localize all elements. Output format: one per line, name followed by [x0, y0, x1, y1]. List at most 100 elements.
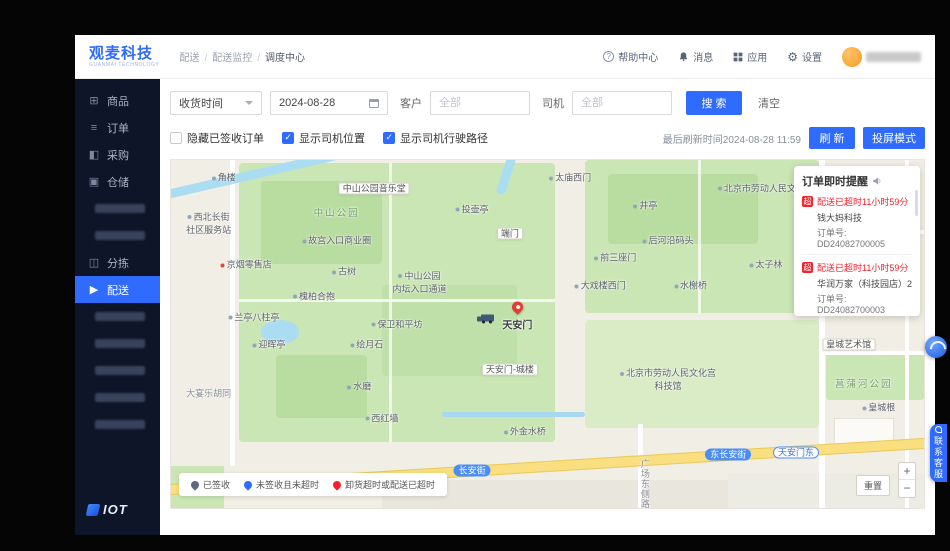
order-reminder-panel: 订单即时提醒 超 配送已超时11小时59分 钱大妈科技 订单号: DD24082… — [794, 166, 920, 316]
sidebar-item[interactable] — [75, 384, 160, 411]
help-center-label: 帮助中心 — [618, 53, 659, 64]
last-refresh-time: 最后刷新时间2024-08-28 11:59 — [662, 134, 801, 146]
map-label: 中山公园 — [313, 208, 360, 220]
map-label: 天安门东 — [772, 446, 819, 459]
order-panel-title: 订单即时提醒 — [802, 173, 912, 189]
sidebar-item[interactable]: ▶ 配送 — [75, 276, 160, 303]
sidebar-item[interactable]: ▣ 仓储 — [75, 168, 160, 195]
sidebar-item-icon: ◧ — [88, 149, 100, 161]
zoom-in-button[interactable]: + — [899, 463, 915, 480]
customer-label: 客户 — [400, 98, 422, 110]
search-button[interactable]: 搜 索 — [686, 91, 742, 115]
date-picker[interactable]: 2024-08-28 — [270, 91, 388, 115]
driver-label: 司机 — [542, 98, 564, 110]
sidebar-item[interactable]: ◧ 采购 — [75, 141, 160, 168]
driver-input[interactable] — [572, 91, 672, 115]
sidebar-item-label: 采购 — [107, 149, 129, 162]
map-label: 西红墙 — [365, 411, 398, 424]
settings-button[interactable]: ⚙ 设置 — [787, 49, 822, 65]
user-account[interactable] — [842, 46, 921, 67]
sidebar-item[interactable]: ◫ 分拣 — [75, 249, 160, 276]
legend-label: 卸货超时或配送已超时 — [345, 480, 436, 490]
breadcrumb-monitor[interactable]: 配送监控 — [212, 49, 265, 64]
checkbox[interactable] — [282, 132, 294, 144]
contact-service-label: 联系客服 — [933, 436, 943, 480]
sidebar-item-label: 分拣 — [107, 257, 129, 270]
map-label: 皇城艺术馆 — [822, 338, 876, 351]
sidebar-item[interactable] — [75, 357, 160, 384]
question-icon: ? — [603, 51, 615, 62]
customer-input[interactable] — [430, 91, 530, 115]
map-label: 中山公园 内坛入口通道 — [392, 270, 447, 294]
map-reset-button[interactable]: 重置 — [855, 475, 890, 496]
order-card[interactable]: 超 配送已超时11小时59分 钱大妈科技 订单号: DD24082700005 — [802, 189, 912, 255]
checkbox-item[interactable]: 显示司机位置 — [282, 130, 365, 146]
checkbox-item[interactable]: 隐藏已签收订单 — [170, 130, 264, 146]
order-overdue-text: 配送已超时11小时59分 — [817, 263, 909, 273]
refresh-button[interactable]: 刷 新 — [809, 127, 855, 149]
sidebar-item[interactable] — [75, 222, 160, 249]
poi-dot-icon — [594, 256, 599, 261]
checkbox-group: 隐藏已签收订单 显示司机位置 显示司机行驶路径 — [170, 130, 488, 146]
date-value: 2024-08-28 — [279, 97, 336, 109]
poi-dot-icon — [862, 406, 867, 411]
panel-scrollbar[interactable] — [915, 190, 918, 216]
map-label: 京烟零售店 — [220, 258, 272, 271]
announcement-icon — [873, 177, 881, 185]
legend-item: 已签收 — [189, 478, 231, 491]
avatar[interactable] — [842, 46, 862, 67]
sidebar-item-label: 仓储 — [107, 176, 129, 189]
checkbox-item[interactable]: 显示司机行驶路径 — [383, 130, 488, 146]
breadcrumb-dispatch-center: 调度中心 — [265, 53, 306, 64]
poi-dot-icon — [549, 176, 554, 181]
breadcrumb-delivery[interactable]: 配送 — [179, 49, 212, 64]
driver-truck-icon — [477, 314, 495, 324]
map-label: 投壶亭 — [455, 202, 489, 215]
help-center-button[interactable]: ? 帮助中心 — [603, 49, 658, 64]
map-label: 水榭桥 — [674, 279, 707, 292]
legend-item: 未签收且未超时 — [242, 478, 319, 491]
sidebar-item[interactable] — [75, 303, 160, 330]
order-list: 超 配送已超时11小时59分 钱大妈科技 订单号: DD24082700005 — [802, 189, 912, 316]
apps-button[interactable]: 应用 — [733, 49, 767, 64]
time-type-select[interactable]: 收货时间 — [170, 91, 262, 115]
top-header: 观麦科技 GUANMAI TECHNOLOGY 配送 配送监控 调度中心 ? 帮… — [75, 35, 935, 79]
map-label: 西北长街 社区服务站 — [186, 211, 232, 235]
checkbox[interactable] — [383, 132, 395, 144]
map-label: 水磨 — [347, 380, 371, 393]
legend-label: 已签收 — [203, 480, 231, 490]
sidebar-item[interactable] — [75, 411, 160, 438]
poi-dot-icon — [749, 263, 754, 268]
poi-dot-icon — [293, 294, 298, 299]
delivery-pin-icon — [510, 298, 526, 315]
checkbox[interactable] — [170, 132, 182, 144]
order-panel-title-text: 订单即时提醒 — [802, 176, 868, 188]
messages-button[interactable]: 消息 — [678, 49, 713, 64]
map-canvas[interactable]: 角楼 中山公园音乐堂 太庙西门 北京市劳动人民文化宫 中山公园 投壶亭 井亭 西… — [170, 159, 925, 509]
map-label: 兰亭八柱亭 — [228, 310, 279, 323]
contact-service-tab[interactable]: 联系客服 — [930, 424, 947, 482]
zoom-out-button[interactable]: − — [899, 480, 915, 497]
checkbox-label: 显示司机行驶路径 — [400, 133, 488, 145]
poi-dot-icon — [187, 215, 192, 220]
map-label: 外金水桥 — [503, 425, 546, 438]
sidebar-item[interactable] — [75, 195, 160, 222]
cast-mode-button[interactable]: 投屏模式 — [863, 127, 925, 149]
map-label: 保卫和平坊 — [371, 317, 422, 330]
sidebar-item[interactable]: ⊞ 商品 — [75, 87, 160, 114]
sidebar-item[interactable] — [75, 330, 160, 357]
clear-button[interactable]: 清空 — [758, 95, 780, 111]
poi-dot-icon — [302, 239, 307, 244]
brand-logo[interactable]: 观麦科技 GUANMAI TECHNOLOGY — [89, 46, 159, 68]
sidebar-item-icon: ▣ — [88, 176, 100, 188]
sidebar: IOT ⊞ 商品 ≡ 订单 ◧ 采购 ▣ 仓储 ◫ 分拣 ▶ 配送 — [75, 79, 160, 535]
order-customer: 华润万家（科技园店）2 — [817, 279, 913, 289]
map-label: 天安门-城楼 — [481, 362, 538, 376]
order-card[interactable]: 超 配送已超时11小时59分 华润万家（科技园店）2 订单号: DD240827… — [802, 255, 912, 316]
floating-assistant-button[interactable] — [925, 336, 947, 358]
map-label: 太庙西门 — [549, 171, 591, 184]
map-label: 后河沿码头 — [642, 234, 693, 247]
order-status-badge: 超 — [802, 262, 813, 273]
iot-logo[interactable]: IOT — [85, 502, 128, 517]
sidebar-item[interactable]: ≡ 订单 — [75, 114, 160, 141]
